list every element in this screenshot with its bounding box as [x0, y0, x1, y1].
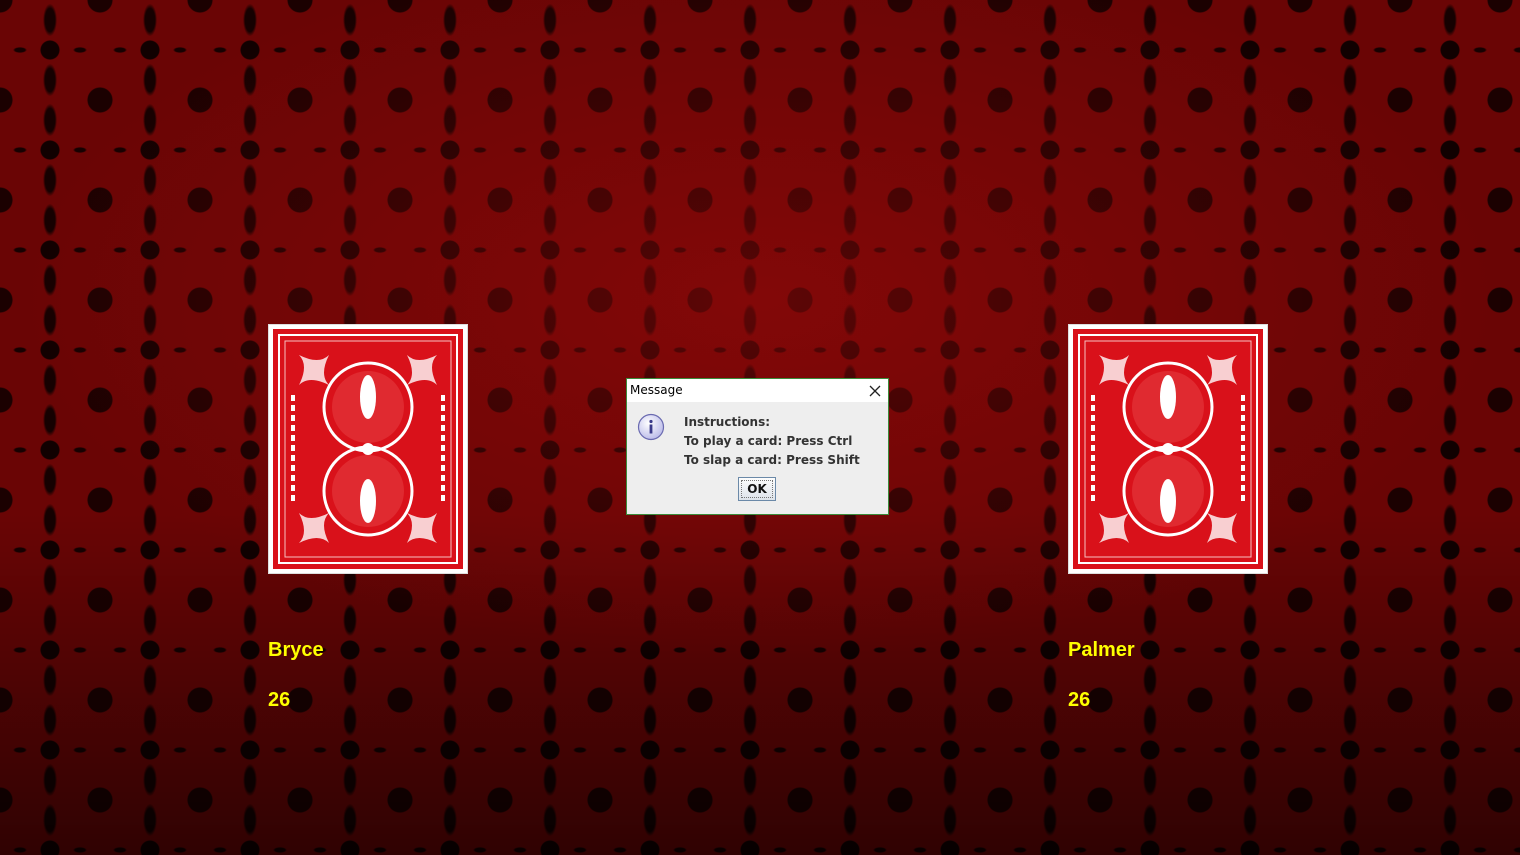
card-back-right [1068, 324, 1268, 574]
card-count-left: 26 [268, 689, 291, 711]
player-name-left: Bryce [268, 639, 324, 661]
close-icon[interactable] [868, 383, 882, 397]
dialog-title: Message [630, 383, 683, 397]
dialog-message-line-1: Instructions: [684, 415, 771, 429]
focus-ring [741, 480, 773, 498]
dialog-titlebar[interactable]: Message [627, 379, 888, 402]
card-count-right: 26 [1068, 689, 1091, 711]
dialog-message-line-3: To slap a card: Press Shift [684, 453, 860, 467]
ok-button[interactable]: OK [738, 477, 776, 501]
card-back-left [268, 324, 468, 574]
game-table: Bryce 26 Palmer 26 Message Instructions:… [0, 0, 1520, 855]
dialog-message-line-2: To play a card: Press Ctrl [684, 434, 853, 448]
info-icon [637, 413, 665, 441]
message-dialog: Message Instructions: To play a card: Pr… [626, 378, 889, 515]
player-name-right: Palmer [1068, 639, 1135, 661]
